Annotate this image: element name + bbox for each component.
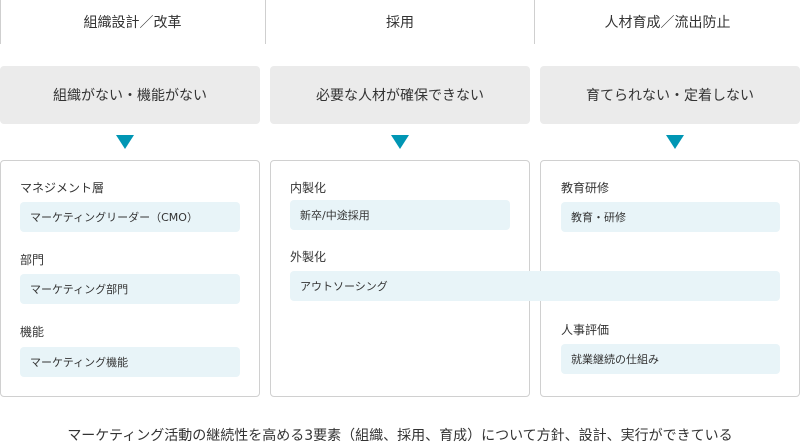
header-organization: 組織設計／改革 [83, 15, 182, 31]
down-arrow-icon [391, 135, 409, 149]
problem-box-recruitment: 必要な人材が確保できない [270, 66, 530, 124]
header-development: 人材育成／流出防止 [604, 15, 731, 31]
item-marketing-function: マーケティング機能 [20, 347, 240, 377]
label-management: マネジメント層 [20, 181, 105, 195]
problem-box-development: 育てられない・定着しない [540, 66, 800, 124]
item-retention-system: 就業継続の仕組み [561, 344, 780, 374]
item-marketing-department: マーケティング部門 [20, 274, 240, 304]
item-outsourcing: アウトソーシング [290, 271, 780, 301]
label-insourcing: 内製化 [290, 181, 327, 195]
down-arrow-icon [666, 135, 684, 149]
summary-statement: マーケティング活動の継続性を高める3要素（組織、採用、育成）について方針、設計、… [67, 428, 733, 444]
problem-box-organization: 組織がない・機能がない [0, 66, 260, 124]
label-training: 教育研修 [561, 181, 610, 195]
label-outsourcing: 外製化 [290, 250, 327, 264]
label-department: 部門 [20, 253, 45, 267]
label-hr-evaluation: 人事評価 [561, 323, 610, 337]
item-new-grad-mid-career-hiring: 新卒/中途採用 [290, 200, 510, 230]
item-education-training: 教育・研修 [561, 202, 780, 232]
label-function: 機能 [20, 325, 45, 339]
item-marketing-leader: マーケティングリーダー（CMO） [20, 202, 240, 232]
down-arrow-icon [116, 135, 134, 149]
header-recruitment: 採用 [386, 15, 414, 31]
